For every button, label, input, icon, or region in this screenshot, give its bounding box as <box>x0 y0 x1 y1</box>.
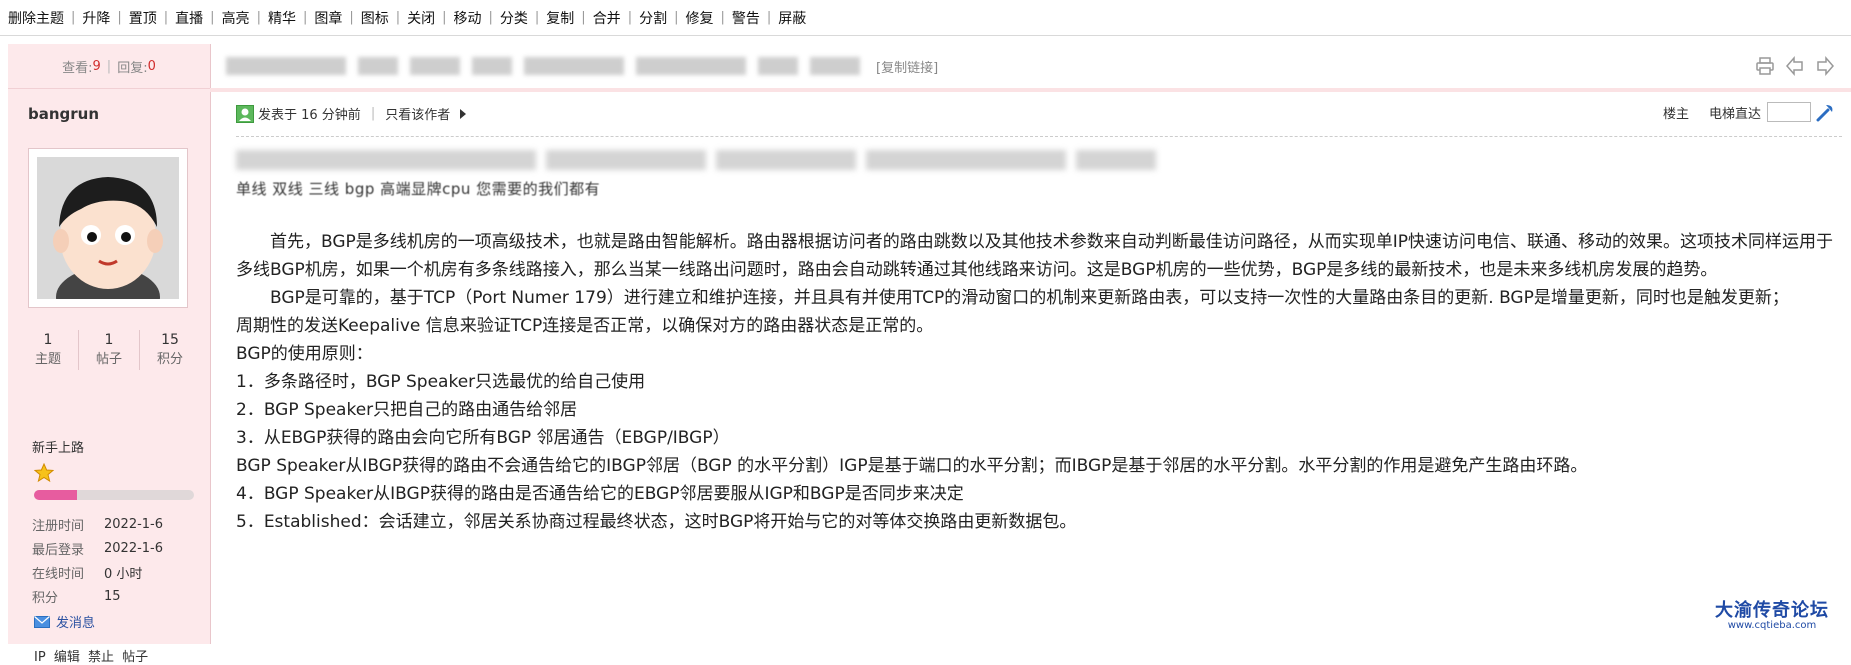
site-watermark: 大渝传奇论坛 www.cqtieba.com <box>1715 596 1829 631</box>
blurred-intro <box>236 150 1166 170</box>
admin-ban-link[interactable]: 禁止 <box>88 650 114 665</box>
author-name[interactable]: bangrun <box>28 105 99 123</box>
info-register-time: 注册时间 2022-1-6 <box>32 516 164 534</box>
paragraph: 首先，BGP是多线机房的一项高级技术，也就是路由智能解析。路由器根据访问者的路由… <box>236 232 1834 280</box>
floor-label: 楼主 <box>1662 106 1689 122</box>
avatar[interactable] <box>28 148 188 308</box>
admin-posts-link[interactable]: 帖子 <box>122 650 148 665</box>
info-online-time: 在线时间 0 小时 <box>32 566 143 582</box>
floor-nav: 楼主 电梯直达 <box>1663 102 1835 122</box>
post-time: 发表于 16 分钟前 <box>258 108 361 123</box>
paragraph: BGP Speaker从IBGP获得的路由不会通告给它的IBGP邻居（BGP 的… <box>236 456 1588 476</box>
floor-jump-input[interactable] <box>1767 102 1811 122</box>
watermark-brand: 大渝传奇论坛 <box>1715 600 1829 621</box>
paragraph: BGP是可靠的，基于TCP（Port Numer 179）进行建立和维护连接，并… <box>270 288 1789 308</box>
views-count: 9 <box>92 58 101 74</box>
cartoon-avatar-icon <box>37 157 179 299</box>
send-message-link[interactable]: 发消息 <box>34 612 95 631</box>
author-info: 注册时间 2022-1-6 最后登录 2022-1-6 在线时间 0 小时 积分… <box>32 512 163 608</box>
only-author-link[interactable]: 只看该作者 <box>385 104 450 123</box>
admin-ip-link[interactable]: IP <box>34 650 46 665</box>
envelope-icon <box>34 615 50 628</box>
replies-count: 0 <box>147 58 156 74</box>
post-content: 首先，BGP是多线机房的一项高级技术，也就是路由智能解析。路由器根据访问者的路由… <box>236 228 1846 536</box>
jump-go-icon[interactable] <box>1815 102 1835 122</box>
jump-label: 电梯直达 <box>1708 106 1761 122</box>
toolbar-merge[interactable]: 合并 <box>586 8 628 28</box>
watermark-url: www.cqtieba.com <box>1727 620 1817 631</box>
next-thread-icon[interactable] <box>1815 56 1835 76</box>
author-counts: 1 主题 1 帖子 15 积分 <box>18 330 200 370</box>
count-threads[interactable]: 1 主题 <box>18 330 79 370</box>
paragraph: 4．BGP Speaker从IBGP获得的路由是否通告给它的EBGP邻居要服从I… <box>236 484 964 504</box>
info-last-login: 最后登录 2022-1-6 <box>32 540 164 558</box>
paragraph: 5．Established：会话建立，邻居关系协商过程最终状态，这时BGP将开始… <box>236 512 1077 532</box>
blurred-title <box>226 57 872 75</box>
toolbar-icon[interactable]: 图标 <box>354 8 396 28</box>
author-sidebar: 查看: 9 | 回复: 0 bangrun 1 主题 1 帖子 15 积分 新手… <box>8 44 211 665</box>
admin-links: IP 编辑 禁止 帖子 <box>34 646 152 665</box>
replies-label: 回复: <box>117 60 148 76</box>
toolbar-highlight[interactable]: 高亮 <box>215 8 257 28</box>
online-status-icon <box>236 104 254 123</box>
post-meta: 发表于 16 分钟前 | 只看该作者 <box>236 104 467 123</box>
toolbar-close[interactable]: 关闭 <box>400 8 442 28</box>
paragraph: 周期性的发送Keepalive 信息来验证TCP连接是否正常，以确保对方的路由器… <box>236 316 934 336</box>
thread-tools <box>1755 56 1835 76</box>
count-posts[interactable]: 1 帖子 <box>79 330 140 370</box>
post-subline: 单线 双线 三线 bgp 高端显牌cpu 您需要的我们都有 <box>236 180 601 198</box>
paragraph: 1．多条路径时，BGP Speaker只选最优的给自己使用 <box>236 372 646 392</box>
toolbar-split[interactable]: 分割 <box>632 8 674 28</box>
toolbar-repair[interactable]: 修复 <box>678 8 720 28</box>
triangle-right-icon[interactable] <box>460 108 467 119</box>
paragraph: 3．从EBGP获得的路由会向它所有BGP 邻居通告（EBGP/IBGP） <box>236 428 730 448</box>
print-icon[interactable] <box>1755 56 1775 76</box>
user-group[interactable]: 新手上路 <box>32 437 84 456</box>
toolbar-bump[interactable]: 升降 <box>75 8 117 28</box>
copy-link[interactable]: [复制链接] <box>876 57 938 76</box>
toolbar-digest[interactable]: 精华 <box>261 8 303 28</box>
toolbar-live[interactable]: 直播 <box>168 8 210 28</box>
toolbar-stamp[interactable]: 图章 <box>307 8 349 28</box>
moderation-toolbar: 删除主题 | 升降 | 置顶 | 直播 | 高亮 | 精华 | 图章 | 图标 | 关闭 | 移动… <box>0 0 1851 36</box>
views-label: 查看: <box>62 60 93 76</box>
toolbar-delete-thread[interactable]: 删除主题 <box>8 8 71 28</box>
toolbar-warn[interactable]: 警告 <box>725 8 767 28</box>
paragraph: BGP的使用原则： <box>236 344 373 364</box>
level-progress-bar <box>34 490 194 500</box>
toolbar-sticky[interactable]: 置顶 <box>122 8 164 28</box>
paragraph: 2．BGP Speaker只把自己的路由通告给邻居 <box>236 400 578 420</box>
toolbar-move[interactable]: 移动 <box>447 8 489 28</box>
info-points: 积分 15 <box>32 588 121 606</box>
thread-stats: 查看: 9 | 回复: 0 <box>8 44 210 89</box>
toolbar-category[interactable]: 分类 <box>493 8 535 28</box>
count-points[interactable]: 15 积分 <box>140 330 200 370</box>
toolbar-copy[interactable]: 复制 <box>539 8 581 28</box>
previous-thread-icon[interactable] <box>1785 56 1805 76</box>
thread-title: [复制链接] <box>226 44 1781 88</box>
star-icon <box>34 463 54 483</box>
toolbar-ban[interactable]: 屏蔽 <box>771 8 813 28</box>
admin-edit-link[interactable]: 编辑 <box>54 650 80 665</box>
